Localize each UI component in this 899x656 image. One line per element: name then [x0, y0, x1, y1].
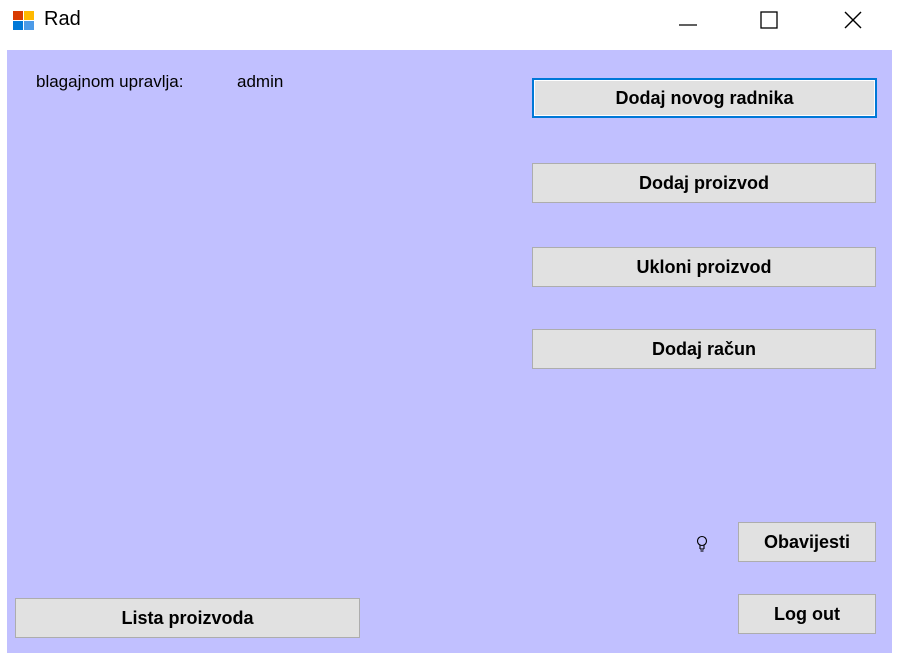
maximize-icon: [760, 11, 778, 29]
title-bar[interactable]: Rad: [0, 0, 899, 50]
logout-button[interactable]: Log out: [738, 594, 876, 634]
maximize-button[interactable]: [738, 0, 800, 40]
operator-label: blagajnom upravlja:: [36, 72, 184, 91]
remove-product-button[interactable]: Ukloni proizvod: [532, 247, 876, 287]
add-receipt-button[interactable]: Dodaj račun: [532, 329, 876, 369]
windows-form-icon: [13, 11, 35, 31]
product-list-button[interactable]: Lista proizvoda: [15, 598, 360, 638]
add-employee-button[interactable]: Dodaj novog radnika: [532, 78, 877, 118]
lightbulb-icon: [696, 535, 708, 552]
minimize-button[interactable]: [657, 0, 719, 40]
minimize-icon: [679, 24, 697, 26]
close-icon: [844, 11, 862, 29]
close-button[interactable]: [822, 0, 884, 40]
add-product-button[interactable]: Dodaj proizvod: [532, 163, 876, 203]
main-form: blagajnom upravlja: admin Dodaj novog ra…: [7, 50, 892, 656]
window-title: Rad: [44, 8, 81, 30]
notifications-button[interactable]: Obavijesti: [738, 522, 876, 562]
operator-value: admin: [237, 72, 284, 91]
